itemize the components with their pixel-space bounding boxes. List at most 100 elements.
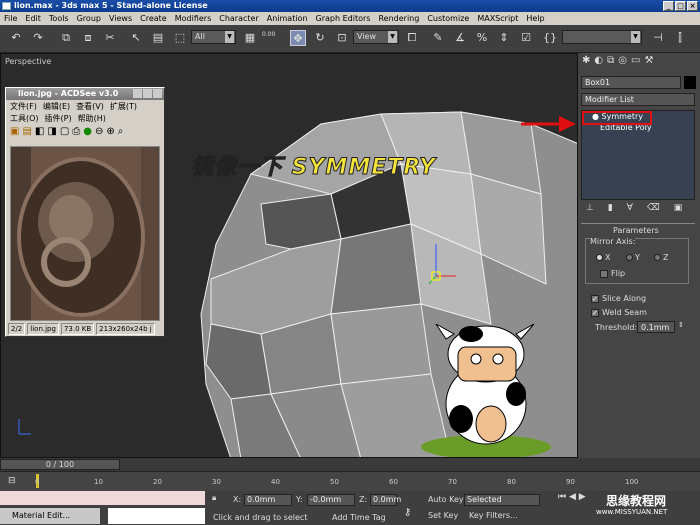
rotate-icon[interactable]: ↻ xyxy=(312,30,328,46)
menu-views[interactable]: Views xyxy=(109,14,132,23)
axis-x-radio[interactable]: X xyxy=(596,253,610,262)
key-filters-button[interactable]: Key Filters... xyxy=(469,511,518,520)
create-tab-icon[interactable]: ✱ xyxy=(582,55,590,71)
add-time-tag[interactable]: Add Time Tag xyxy=(332,513,386,522)
key-icon[interactable]: ⚷ xyxy=(404,507,411,518)
zoom-fit-icon[interactable]: ⌕ xyxy=(118,126,124,137)
menu-rendering[interactable]: Rendering xyxy=(378,14,419,23)
fullscreen-icon[interactable]: ▢ xyxy=(60,126,69,137)
bind-space-warp-icon[interactable]: ✂ xyxy=(102,30,118,46)
axis-y-radio[interactable]: Y xyxy=(626,253,640,262)
weld-seam-checkbox[interactable]: ✓ Weld Seam xyxy=(591,308,647,317)
time-slider-thumb[interactable]: 0 / 100 xyxy=(0,459,120,470)
select-icon[interactable]: ↖ xyxy=(128,30,144,46)
named-selection-dropdown[interactable] xyxy=(562,30,642,44)
menu-modifiers[interactable]: Modifiers xyxy=(175,14,212,23)
acdsee-menu-tools[interactable]: 工具(O) xyxy=(10,113,39,123)
x-coordinate-field[interactable]: 0.0mm xyxy=(244,494,292,506)
display-tab-icon[interactable]: ▭ xyxy=(631,55,640,71)
axis-z-radio[interactable]: Z xyxy=(654,253,668,262)
utilities-tab-icon[interactable]: ⚒ xyxy=(644,55,653,71)
configure-sets-icon[interactable]: ▣ xyxy=(674,203,683,213)
time-slider[interactable]: 0 / 100 xyxy=(0,458,700,471)
maxscript-input[interactable] xyxy=(108,508,205,524)
acdsee-menu-view[interactable]: 查看(V) xyxy=(76,101,104,111)
redo-icon[interactable]: ↷ xyxy=(30,30,46,46)
percent-snap-icon[interactable]: % xyxy=(474,30,490,46)
flip-checkbox[interactable]: Flip xyxy=(600,269,625,278)
next-image-icon[interactable]: ◨ xyxy=(47,126,56,137)
menu-maxscript[interactable]: MAXScript xyxy=(477,14,518,23)
acdsee-menu-help[interactable]: 帮助(H) xyxy=(78,113,106,123)
track-bar[interactable]: ⊟ 0 10 20 30 40 50 60 70 80 90 100 xyxy=(0,471,700,491)
menu-character[interactable]: Character xyxy=(219,14,259,23)
window-crossing-icon[interactable]: ▦ xyxy=(242,30,258,46)
selected-dropdown[interactable]: Selected xyxy=(464,494,540,506)
snap-icon[interactable]: ✎ xyxy=(430,30,446,46)
unlink-icon[interactable]: ⧈ xyxy=(80,30,96,46)
scale-icon[interactable]: ⊡ xyxy=(334,30,350,46)
menu-graph-editors[interactable]: Graph Editors xyxy=(316,14,371,23)
make-unique-icon[interactable]: ∀ xyxy=(627,203,633,213)
close-button[interactable]: × xyxy=(687,1,698,11)
motion-tab-icon[interactable]: ◎ xyxy=(618,55,627,71)
reference-coord-dropdown[interactable]: View xyxy=(353,30,399,44)
selection-filter-dropdown[interactable]: All xyxy=(191,30,236,44)
playback-controls[interactable]: ⏮ ◀ ▶ xyxy=(558,492,586,502)
menu-create[interactable]: Create xyxy=(140,14,167,23)
undo-icon[interactable]: ↶ xyxy=(8,30,24,46)
align-icon[interactable]: ⫿ xyxy=(672,30,688,46)
menu-customize[interactable]: Customize xyxy=(427,14,469,23)
named-selection-icon[interactable]: ☑ xyxy=(518,30,534,46)
acdsee-menu-edit[interactable]: 编辑(E) xyxy=(43,101,70,111)
mirror-icon[interactable]: ⊣ xyxy=(650,30,666,46)
spinner-arrows-icon[interactable]: ⇕ xyxy=(678,321,684,329)
slice-along-checkbox[interactable]: ✓ Slice Along xyxy=(591,294,646,303)
acdsee-menu-file[interactable]: 文件(F) xyxy=(10,101,37,111)
material-editor-taskbar[interactable]: Material Edit... xyxy=(0,508,100,524)
maximize-button[interactable]: □ xyxy=(675,1,686,11)
acdsee-maximize-button[interactable] xyxy=(143,89,152,98)
select-by-name-icon[interactable]: ▤ xyxy=(150,30,166,46)
y-coordinate-field[interactable]: -0.0mm xyxy=(307,494,355,506)
region-select-icon[interactable]: ⬚ xyxy=(172,30,188,46)
menu-edit[interactable]: Edit xyxy=(25,14,41,23)
acdsee-window[interactable]: lion.jpg - ACDSee v3.0 文件(F) 编辑(E) 查看(V)… xyxy=(5,87,165,337)
auto-key-button[interactable]: Auto Key xyxy=(428,495,464,504)
minimize-button[interactable]: _ xyxy=(663,1,674,11)
pivot-icon[interactable]: ⧠ xyxy=(404,30,420,46)
track-bar-icon[interactable]: ⊟ xyxy=(8,476,16,486)
braces-icon[interactable]: {} xyxy=(542,30,558,46)
browse-icon[interactable]: ▣ xyxy=(10,126,19,137)
menu-group[interactable]: Group xyxy=(77,14,101,23)
object-name-field[interactable]: Box01 xyxy=(581,76,681,89)
menu-help[interactable]: Help xyxy=(526,14,544,23)
show-end-result-icon[interactable]: ▮ xyxy=(608,203,613,213)
set-key-button[interactable]: Set Key xyxy=(428,511,458,520)
acdsee-close-button[interactable] xyxy=(153,89,162,98)
open-folder-icon[interactable]: ▤ xyxy=(22,126,31,137)
menu-animation[interactable]: Animation xyxy=(267,14,308,23)
modify-tab-icon[interactable]: ◐ xyxy=(594,55,603,71)
remove-modifier-icon[interactable]: ⌫ xyxy=(647,203,660,213)
acdsee-menu-extend[interactable]: 扩展(T) xyxy=(110,101,137,111)
zoom-out-icon[interactable]: ⊖ xyxy=(95,126,103,137)
link-icon[interactable]: ⧉ xyxy=(58,30,74,46)
menu-file[interactable]: File xyxy=(4,14,17,23)
z-coordinate-field[interactable]: 0.0mm xyxy=(370,494,401,506)
maxscript-listener[interactable] xyxy=(0,491,205,505)
acdsee-minimize-button[interactable] xyxy=(133,89,142,98)
acdsee-menu-plugins[interactable]: 插件(P) xyxy=(45,113,72,123)
print-icon[interactable]: ⎙ xyxy=(72,126,80,137)
prev-image-icon[interactable]: ◧ xyxy=(35,126,44,137)
angle-snap-icon[interactable]: ∡ xyxy=(452,30,468,46)
hierarchy-tab-icon[interactable]: ⧉ xyxy=(607,55,614,71)
move-icon[interactable]: ✥ xyxy=(290,30,306,46)
modifier-list-dropdown[interactable]: Modifier List xyxy=(581,93,695,106)
refresh-icon[interactable]: ● xyxy=(83,126,92,137)
object-color-swatch[interactable] xyxy=(684,76,696,89)
lock-icon[interactable]: 🔒︎ xyxy=(212,493,216,503)
spinner-snap-icon[interactable]: ⇕ xyxy=(496,30,512,46)
rollout-title[interactable]: Parameters xyxy=(611,226,661,235)
zoom-in-icon[interactable]: ⊕ xyxy=(106,126,114,137)
